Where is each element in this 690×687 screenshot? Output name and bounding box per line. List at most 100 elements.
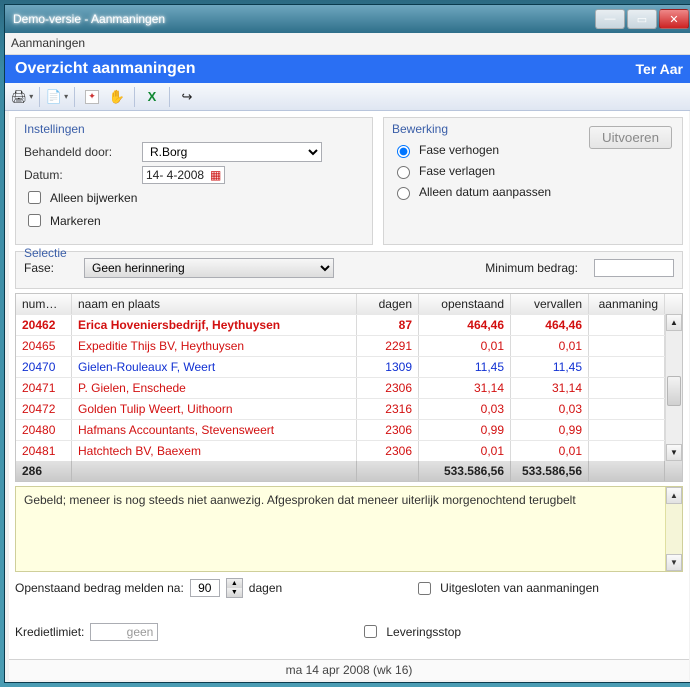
col-nummer[interactable]: nummer [16, 294, 72, 314]
table-row[interactable]: 20481Hatchtech BV, Baexem23060,010,01 [16, 440, 665, 461]
cell-aan [589, 441, 665, 461]
cell-naam: Erica Hoveniersbedrijf, Heythuysen [72, 315, 357, 335]
exit-button[interactable]: ↪ [176, 86, 198, 108]
grid-scrollbar[interactable]: ▲ ▼ [665, 314, 682, 461]
scroll-up-icon[interactable]: ▲ [666, 314, 682, 331]
cell-dagen: 87 [357, 315, 419, 335]
openstaand-na-spinner[interactable]: ▲ ▼ [226, 578, 243, 598]
fase-select[interactable]: Geen herinnering [84, 258, 334, 278]
cell-dagen: 1309 [357, 357, 419, 377]
col-vervallen[interactable]: vervallen [511, 294, 589, 314]
cell-aan [589, 315, 665, 335]
fase-verlagen-radio[interactable] [397, 166, 410, 179]
grid-footer: 286 533.586,56 533.586,56 [16, 461, 682, 481]
table-row[interactable]: 20465Expeditie Thijs BV, Heythuysen22910… [16, 335, 665, 356]
table-row[interactable]: 20471P. Gielen, Enschede230631,1431,14 [16, 377, 665, 398]
datum-value: 14- 4-2008 [146, 168, 204, 182]
menu-item-aanmaningen[interactable]: Aanmaningen [11, 36, 85, 50]
note-scrollbar[interactable]: ▲ ▼ [665, 487, 682, 571]
note-scroll-down-icon[interactable]: ▼ [666, 554, 682, 571]
cell-naam: Gielen-Rouleaux F, Weert [72, 357, 357, 377]
footer-count: 286 [16, 461, 72, 481]
page-title: Overzicht aanmaningen [15, 60, 196, 78]
datum-picker[interactable]: 14- 4-2008 ▦ [142, 166, 225, 184]
col-aanmaning[interactable]: aanmaning [589, 294, 665, 314]
cell-ver: 0,01 [511, 441, 589, 461]
hand-button[interactable]: ✋ [106, 86, 128, 108]
cell-open: 0,01 [419, 336, 511, 356]
minimize-button[interactable]: — [595, 9, 625, 29]
cell-aan [589, 357, 665, 377]
cell-nummer: 20462 [16, 315, 72, 335]
data-grid: nummer naam en plaats dagen openstaand v… [15, 293, 683, 482]
col-dagen[interactable]: dagen [357, 294, 419, 314]
cell-open: 464,46 [419, 315, 511, 335]
bottom-options: Openstaand bedrag melden na: ▲ ▼ dagen U… [15, 578, 683, 641]
selectie-title: Selectie [24, 246, 67, 260]
minimum-bedrag-input[interactable] [594, 259, 674, 277]
note-area[interactable]: Gebeld; meneer is nog steeds niet aanwez… [15, 486, 683, 572]
alleen-bijwerken-checkbox[interactable] [28, 191, 41, 204]
footer-ver: 533.586,56 [511, 461, 589, 481]
cell-naam: Hatchtech BV, Baexem [72, 441, 357, 461]
settings-title: Instellingen [24, 122, 364, 136]
close-button[interactable]: ✕ [659, 9, 689, 29]
cell-nummer: 20472 [16, 399, 72, 419]
footer-open: 533.586,56 [419, 461, 511, 481]
cell-nummer: 20470 [16, 357, 72, 377]
cell-open: 11,45 [419, 357, 511, 377]
toolbar: 🖨▾ 📄▾ ✦ ✋ X ↪ [5, 83, 690, 111]
uitgesloten-label: Uitgesloten van aanmaningen [440, 581, 599, 595]
behandeld-label: Behandeld door: [24, 145, 134, 159]
fase-verhogen-label: Fase verhogen [419, 143, 499, 157]
cell-dagen: 2316 [357, 399, 419, 419]
alleen-datum-radio[interactable] [397, 187, 410, 200]
col-openstaand[interactable]: openstaand [419, 294, 511, 314]
maximize-button[interactable]: ▭ [627, 9, 657, 29]
cell-nummer: 20481 [16, 441, 72, 461]
status-bar: ma 14 apr 2008 (wk 16) [9, 659, 689, 680]
window-title: Demo-versie - Aanmaningen [9, 12, 595, 26]
properties-button[interactable]: 📄▾ [46, 86, 68, 108]
table-row[interactable]: 20462Erica Hoveniersbedrijf, Heythuysen8… [16, 314, 665, 335]
fase-verhogen-radio[interactable] [397, 145, 410, 158]
uitvoeren-button[interactable]: Uitvoeren [589, 126, 672, 149]
cell-aan [589, 336, 665, 356]
openstaand-na-input[interactable] [190, 579, 220, 597]
spin-up-icon[interactable]: ▲ [227, 579, 242, 588]
table-row[interactable]: 20472Golden Tulip Weert, Uithoorn23160,0… [16, 398, 665, 419]
cell-ver: 464,46 [511, 315, 589, 335]
note-scroll-up-icon[interactable]: ▲ [666, 487, 682, 504]
leveringsstop-checkbox[interactable] [364, 625, 377, 638]
spin-down-icon[interactable]: ▼ [227, 588, 242, 597]
markeren-checkbox[interactable] [28, 214, 41, 227]
table-row[interactable]: 20480Hafmans Accountants, Stevensweert23… [16, 419, 665, 440]
alleen-datum-label: Alleen datum aanpassen [419, 185, 551, 199]
title-bar[interactable]: Demo-versie - Aanmaningen — ▭ ✕ [5, 5, 690, 33]
cell-open: 31,14 [419, 378, 511, 398]
leveringsstop-label: Leveringsstop [386, 625, 461, 639]
page-icon: ✦ [85, 90, 99, 104]
cell-ver: 31,14 [511, 378, 589, 398]
page-button[interactable]: ✦ [81, 86, 103, 108]
settings-panel: Instellingen Behandeld door: R.Borg Datu… [15, 117, 373, 245]
kredietlimiet-label: Kredietlimiet: [15, 625, 84, 639]
col-naam[interactable]: naam en plaats [72, 294, 357, 314]
cell-nummer: 20471 [16, 378, 72, 398]
cell-aan [589, 399, 665, 419]
excel-button[interactable]: X [141, 86, 163, 108]
cell-ver: 0,03 [511, 399, 589, 419]
scroll-thumb[interactable] [667, 376, 681, 406]
cell-dagen: 2306 [357, 441, 419, 461]
uitgesloten-checkbox[interactable] [418, 582, 431, 595]
table-row[interactable]: 20470Gielen-Rouleaux F, Weert130911,4511… [16, 356, 665, 377]
grid-body: 20462Erica Hoveniersbedrijf, Heythuysen8… [16, 314, 665, 461]
alleen-bijwerken-label: Alleen bijwerken [50, 191, 137, 205]
scroll-down-icon[interactable]: ▼ [666, 444, 682, 461]
status-date: ma 14 apr 2008 (wk 16) [286, 663, 413, 677]
cell-aan [589, 378, 665, 398]
note-text: Gebeld; meneer is nog steeds niet aanwez… [24, 493, 576, 507]
bewerking-panel: Bewerking Uitvoeren Fase verhogen Fase v… [383, 117, 683, 245]
behandeld-select[interactable]: R.Borg [142, 142, 322, 162]
print-button[interactable]: 🖨▾ [11, 86, 33, 108]
